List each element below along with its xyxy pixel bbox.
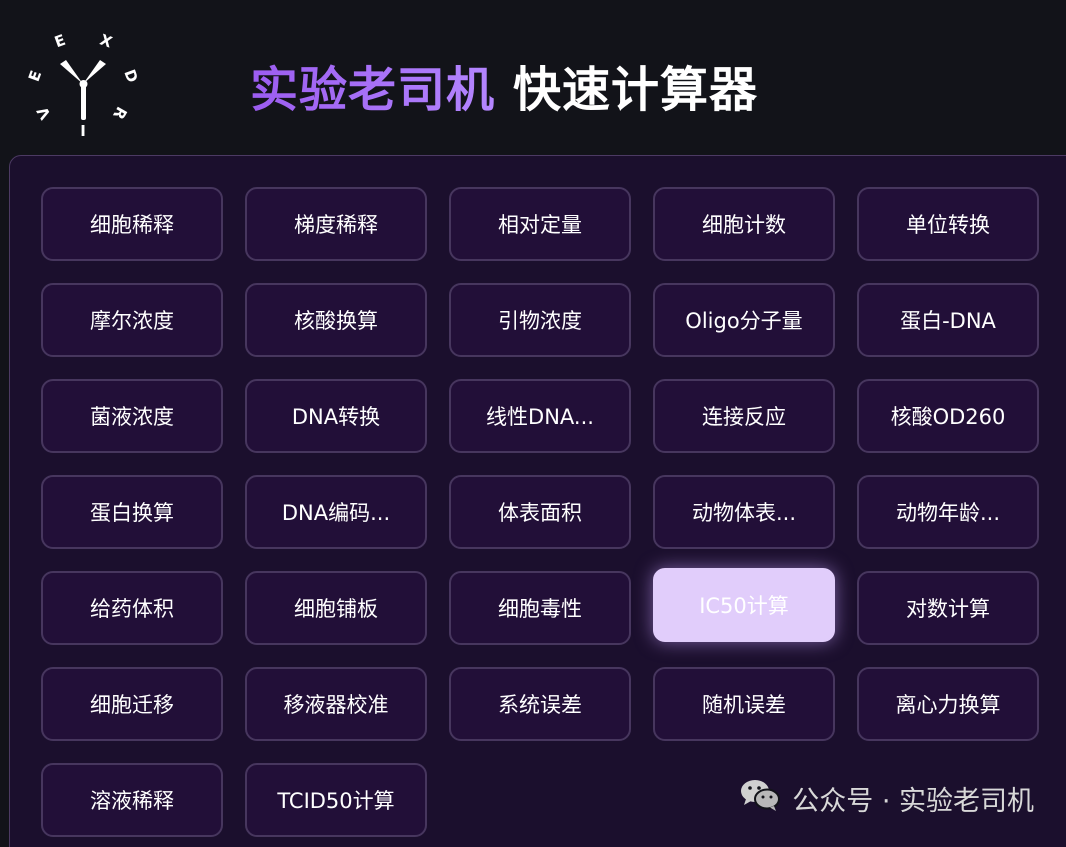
calculator-button[interactable]: 连接反应 [653,379,835,453]
calculator-button[interactable]: 细胞迁移 [41,667,223,741]
logo-letter: I [80,122,86,140]
page: E X D R I V E 实验老司机 快速计算器 细胞稀释 梯度稀释 相对定量 细胞… [0,0,1066,847]
calculator-button[interactable]: 蛋白-DNA [857,283,1039,357]
calculator-button[interactable]: 动物体表... [653,475,835,549]
logo-letter: D [120,67,141,85]
calculator-button[interactable]: 细胞计数 [653,187,835,261]
logo-letter: E [25,68,45,84]
calculator-button-label: 蛋白-DNA [900,309,996,333]
calculator-button[interactable]: 细胞毒性 [449,571,631,645]
calculator-button-label: 单位转换 [906,213,990,237]
calculator-button-label: 移液器校准 [283,693,389,717]
calculator-button-label: 核酸OD260 [890,405,1006,429]
calculator-button-label: 体表面积 [498,501,582,525]
calculator-button[interactable]: 菌液浓度 [41,379,223,453]
calculator-button[interactable]: 体表面积 [449,475,631,549]
wechat-icon [740,778,781,819]
calculator-button[interactable]: 相对定量 [449,187,631,261]
calculator-button[interactable]: 动物年龄... [857,475,1039,549]
calculator-button[interactable]: 引物浓度 [449,283,631,357]
calculator-button[interactable]: 核酸换算 [245,283,427,357]
calculator-button-label: 细胞铺板 [294,597,378,621]
calculator-button[interactable]: 核酸OD260 [857,379,1039,453]
calculator-button-label: 线性DNA... [486,405,594,429]
calculator-button-label: TCID50计算 [277,789,395,813]
logo-letter: R [109,103,131,122]
title-main: 快速计算器 [513,62,759,118]
calculator-button-label: 细胞计数 [702,213,786,237]
calculator-panel: 细胞稀释 梯度稀释 相对定量 细胞计数 单位转换摩尔浓度 核酸换算 引物浓度 Oligo分子量… [9,155,1066,847]
watermark: 公众号 · 实验老司机 [740,778,1034,819]
calculator-button[interactable]: 梯度稀释 [245,187,427,261]
calculator-button[interactable]: 移液器校准 [245,667,427,741]
calculator-button-label: 溶液稀释 [90,789,174,813]
calculator-button-label: 引物浓度 [498,309,582,333]
logo-letter: V [33,103,55,122]
calculator-button[interactable]: 系统误差 [449,667,631,741]
logo-letter: X [97,31,114,52]
calculator-button[interactable]: 溶液稀释 [41,763,223,837]
calculator-button-label: 动物体表... [691,501,797,525]
calculator-button[interactable]: 对数计算 [857,571,1039,645]
calculator-button[interactable]: 蛋白换算 [41,475,223,549]
calculator-button-label: 随机误差 [702,693,786,717]
calculator-button-label: 相对定量 [498,213,582,237]
calculator-button[interactable]: 给药体积 [41,571,223,645]
calculator-button-label: 细胞稀释 [90,213,174,237]
calculator-button-label: 菌液浓度 [90,405,174,429]
calculator-button-label: IC50计算 [699,594,789,618]
calculator-button[interactable]: 随机误差 [653,667,835,741]
calculator-button-label: 对数计算 [906,597,990,621]
title-accent: 实验老司机 [250,50,495,120]
calculator-button[interactable]: Oligo分子量 [653,283,835,357]
calculator-button-label: 细胞毒性 [498,597,582,621]
calculator-button-label: DNA编码... [281,501,391,525]
calculator-button-label: 连接反应 [702,405,786,429]
calculator-button[interactable]: TCID50计算 [245,763,427,837]
calculator-button[interactable]: 线性DNA... [449,379,631,453]
calculator-button-label: DNA转换 [291,405,381,429]
calculator-button[interactable]: 细胞铺板 [245,571,427,645]
windmill-logo-icon: E X D R I V E [25,31,142,140]
calculator-button-label: 摩尔浓度 [90,309,174,333]
calculator-button[interactable]: 离心力换算 [857,667,1039,741]
calculator-button[interactable]: DNA转换 [245,379,427,453]
calculator-button-label: 动物年龄... [895,501,1001,525]
calculator-button-label: 系统误差 [498,693,582,717]
calculator-button-label: 梯度稀释 [294,213,378,237]
calculator-button[interactable]: DNA编码... [245,475,427,549]
calculator-button-label: 核酸换算 [294,309,378,333]
calculator-grid: 细胞稀释 梯度稀释 相对定量 细胞计数 单位转换摩尔浓度 核酸换算 引物浓度 Oligo分子量… [41,187,1039,837]
calculator-button[interactable]: 单位转换 [857,187,1039,261]
calculator-button[interactable]: IC50计算 [653,568,835,642]
page-title: 实验老司机 快速计算器 [250,52,758,118]
calculator-button-label: Oligo分子量 [685,309,803,333]
calculator-button-label: 细胞迁移 [90,693,174,717]
logo: E X D R I V E [22,26,144,140]
calculator-button-label: 给药体积 [90,597,174,621]
watermark-text: 公众号 · 实验老司机 [792,786,1034,817]
calculator-button-label: 离心力换算 [895,693,1001,717]
calculator-button-label: 蛋白换算 [90,501,174,525]
calculator-button[interactable]: 摩尔浓度 [41,283,223,357]
logo-letter: E [52,31,68,51]
calculator-button[interactable]: 细胞稀释 [41,187,223,261]
